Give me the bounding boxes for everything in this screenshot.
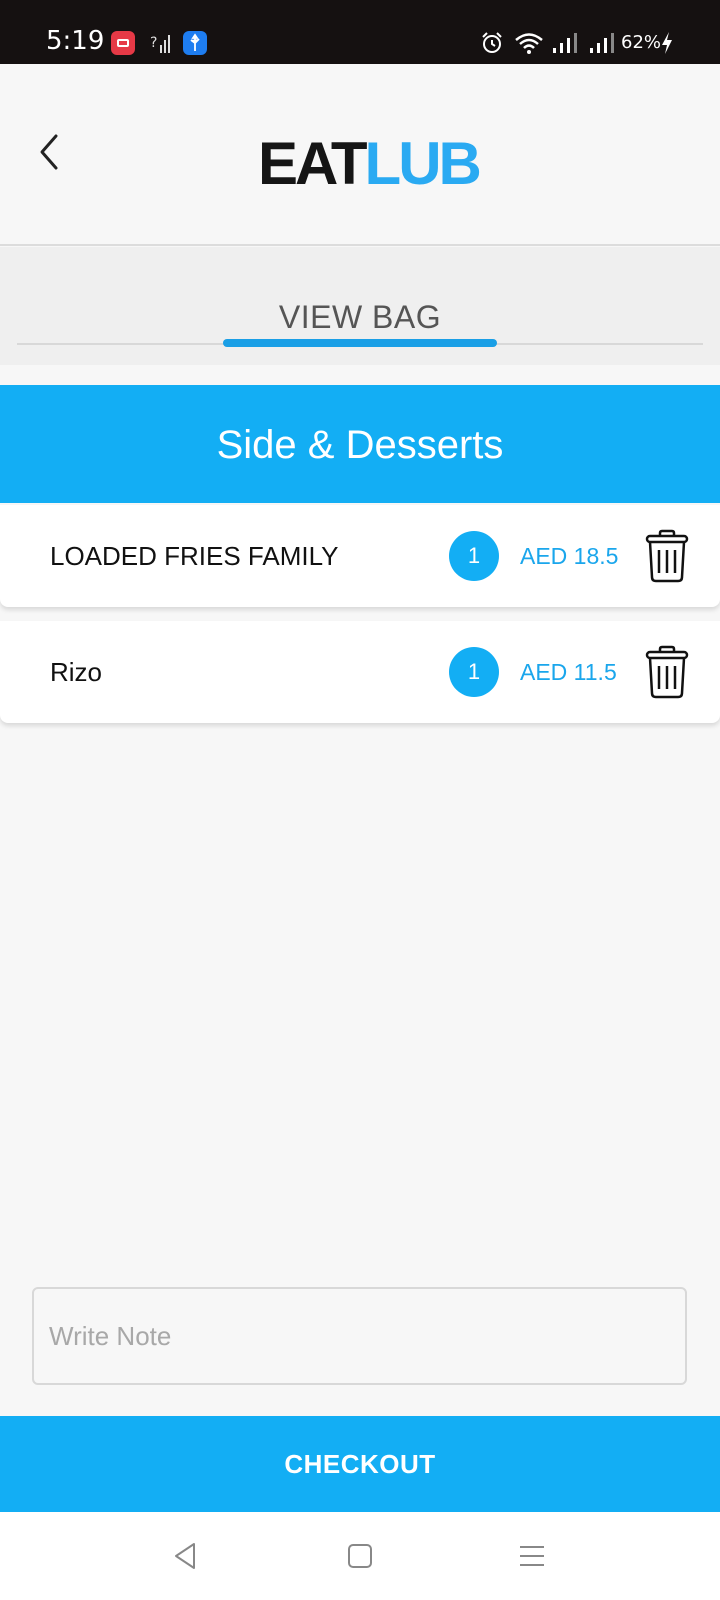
category-banner: Side & Desserts [0, 385, 720, 503]
battery-level: 62% [621, 32, 662, 53]
system-nav-bar [0, 1512, 720, 1600]
category-title: Side & Desserts [216, 423, 504, 467]
charging-icon [662, 32, 672, 54]
logo-part-eat: EAT [258, 130, 368, 197]
tab-view-bag[interactable]: VIEW BAG [0, 299, 720, 336]
tab-active-indicator [223, 339, 497, 347]
back-triangle-icon[interactable] [168, 1538, 204, 1574]
home-square-icon[interactable] [342, 1538, 378, 1574]
logo-part-lub: LUB [364, 130, 482, 197]
note-input[interactable] [32, 1287, 687, 1385]
checkout-button[interactable]: CHECKOUT [0, 1416, 720, 1512]
screen-record-icon [111, 31, 135, 55]
screen: 5:19 ? 62% EATLUB VIEW BAG Side & Desser… [0, 0, 720, 1600]
wifi-icon [515, 33, 543, 54]
recents-menu-icon[interactable] [514, 1538, 550, 1574]
quantity-badge: 1 [449, 531, 499, 581]
status-bar: 5:19 ? 62% [0, 0, 720, 64]
cart-item: Rizo 1 AED 11.5 [0, 621, 720, 723]
alarm-icon [482, 32, 502, 53]
eatlub-logo: EATLUB [258, 134, 482, 194]
trash-icon[interactable] [644, 529, 690, 583]
no-signal-icon: ? [150, 35, 170, 53]
signal-icon [553, 33, 577, 53]
trash-icon[interactable] [644, 645, 690, 699]
signal-icon [590, 33, 614, 53]
item-name: LOADED FRIES FAMILY [50, 541, 339, 571]
item-price: AED 11.5 [520, 659, 617, 685]
svg-text:?: ? [150, 35, 157, 51]
quantity-badge: 1 [449, 647, 499, 697]
app-header: EATLUB [0, 64, 720, 246]
cart-item: LOADED FRIES FAMILY 1 AED 18.5 [0, 505, 720, 607]
tab-bar: VIEW BAG [0, 247, 720, 365]
item-price: AED 18.5 [520, 543, 619, 569]
usb-icon [183, 31, 207, 55]
item-name: Rizo [50, 657, 103, 687]
status-time: 5:19 [46, 26, 105, 56]
chevron-left-icon[interactable] [34, 132, 64, 172]
